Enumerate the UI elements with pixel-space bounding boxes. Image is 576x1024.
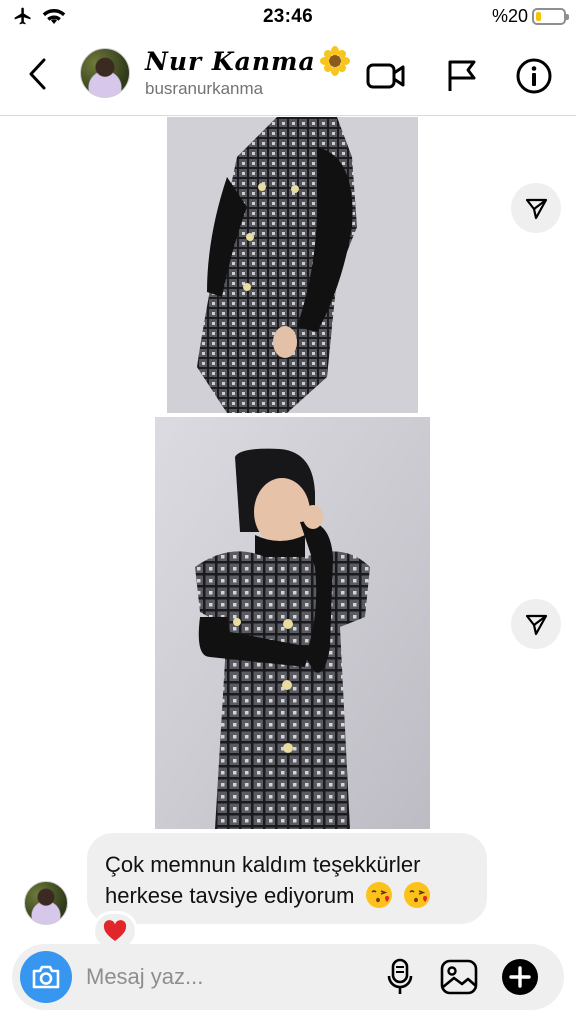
battery-icon <box>532 8 569 25</box>
back-chevron-icon <box>29 58 46 90</box>
send-icon <box>525 198 548 220</box>
battery-text: %20 <box>491 6 528 26</box>
status-time: 23:46 <box>262 6 314 27</box>
gallery-button[interactable] <box>439 957 479 997</box>
contact-title[interactable]: Nur Kanma busranurkanma <box>145 46 350 99</box>
info-button[interactable] <box>514 56 554 96</box>
shared-photo-1[interactable] <box>167 117 418 413</box>
back-button[interactable] <box>20 54 54 94</box>
photo-image-1 <box>167 117 418 413</box>
message-line-2-row: herkese tavsiye ediyorum <box>105 880 469 911</box>
gallery-icon <box>440 959 478 995</box>
plus-icon <box>502 959 538 995</box>
message-bubble[interactable]: Çok memnun kaldım teşekkürler herkese ta… <box>87 833 487 924</box>
heart-icon <box>103 920 127 941</box>
contact-username: busranurkanma <box>145 79 264 98</box>
shared-photo-2[interactable] <box>155 417 430 829</box>
info-icon <box>516 58 552 94</box>
chat-header: Nur Kanma busranurkanma <box>0 34 576 116</box>
report-button[interactable] <box>442 56 482 96</box>
video-camera-icon <box>366 63 405 89</box>
contact-avatar[interactable] <box>80 48 130 98</box>
status-right: %20 <box>491 6 569 27</box>
microphone-icon <box>387 958 413 994</box>
voice-message-button[interactable] <box>380 957 420 997</box>
share-photo-2-button[interactable] <box>511 599 561 649</box>
share-photo-1-button[interactable] <box>511 183 561 233</box>
camera-icon <box>32 965 60 989</box>
photo-image-2 <box>155 417 430 829</box>
status-bar: 23:46 %20 <box>0 0 576 34</box>
kissing-face-icon <box>403 882 430 908</box>
flag-icon <box>448 60 476 91</box>
message-input[interactable] <box>86 960 366 994</box>
message-composer <box>12 944 564 1010</box>
sunflower-icon <box>319 46 350 76</box>
contact-name-row: Nur Kanma <box>145 46 350 76</box>
battery-level <box>536 12 542 21</box>
video-call-button[interactable] <box>366 56 406 96</box>
sender-avatar[interactable] <box>24 881 68 925</box>
kissing-face-icon <box>365 882 392 908</box>
send-icon <box>525 614 548 636</box>
contact-name: Nur Kanma <box>145 46 316 76</box>
more-options-button[interactable] <box>500 957 540 997</box>
camera-button[interactable] <box>20 951 72 1003</box>
message-line-1: Çok memnun kaldım teşekkürler <box>105 852 421 877</box>
message-line-2: herkese tavsiye ediyorum <box>105 883 355 908</box>
